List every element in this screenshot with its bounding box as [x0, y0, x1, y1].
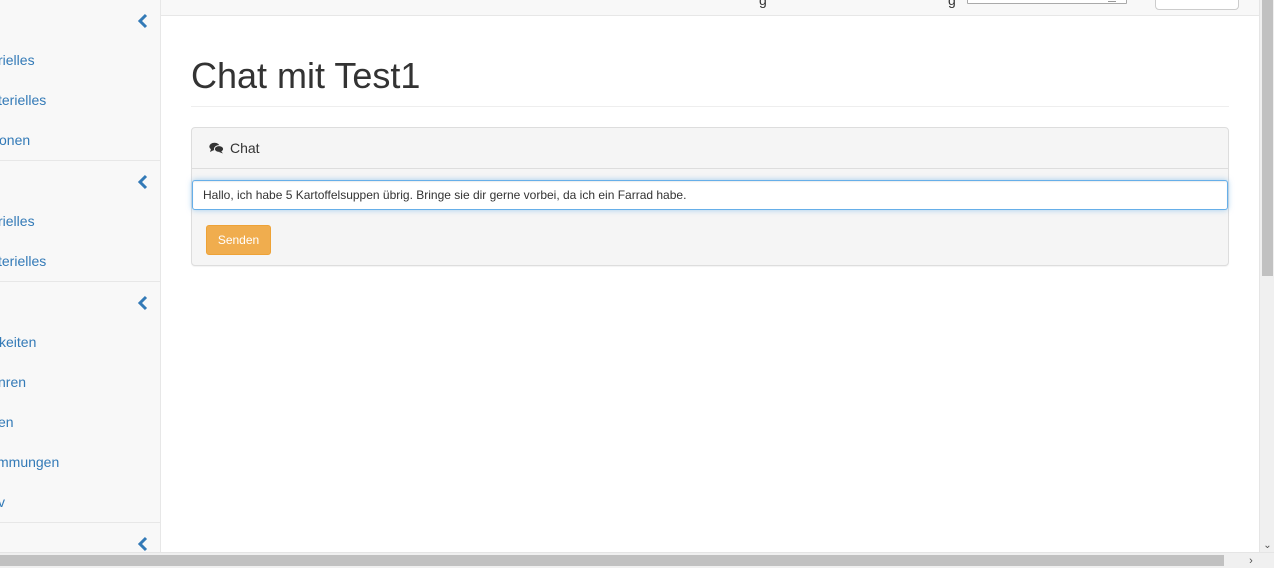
sidebar-section-3: keiten nren en mmungen v [0, 282, 160, 523]
main-content: Chat mit Test1 Chat Senden [191, 16, 1229, 266]
navbar-text-fragment: g [759, 0, 767, 8]
sidebar-item[interactable]: onen [0, 120, 160, 160]
sidebar-section-header [0, 0, 160, 40]
navbar-button[interactable] [1155, 0, 1239, 10]
top-navbar: g g [161, 0, 1259, 16]
vertical-scrollbar[interactable]: ⌄ [1259, 0, 1274, 552]
chevron-left-icon[interactable] [136, 174, 150, 190]
sidebar-section-header [0, 282, 160, 322]
sidebar-item[interactable]: terielles [0, 80, 160, 120]
chevron-left-icon[interactable] [136, 295, 150, 311]
sidebar-item[interactable]: nren [0, 362, 160, 402]
vertical-scrollbar-thumb[interactable] [1262, 0, 1273, 276]
panel-body: Senden [192, 169, 1228, 265]
sidebar-item[interactable]: en [0, 402, 160, 442]
sidebar-section-header [0, 161, 160, 201]
horizontal-scrollbar-thumb[interactable] [0, 555, 1224, 566]
chevron-down-icon[interactable]: ⌄ [1263, 541, 1272, 551]
panel-heading-label: Chat [230, 140, 260, 156]
sidebar-item[interactable]: rielles [0, 40, 160, 80]
horizontal-scrollbar[interactable]: › [0, 552, 1274, 568]
panel-heading: Chat [192, 128, 1228, 169]
chat-panel: Chat Senden [191, 127, 1229, 266]
sidebar-item-label: terielles [0, 92, 47, 108]
chevron-left-icon[interactable] [136, 536, 150, 552]
sidebar-item-label: keiten [0, 334, 37, 350]
sidebar-item[interactable]: v [0, 482, 160, 522]
navbar-search-input[interactable] [967, 0, 1127, 4]
sidebar-item[interactable]: keiten [0, 322, 160, 362]
sidebar-item-label: rielles [0, 213, 35, 229]
sidebar-item[interactable]: rielles [0, 201, 160, 241]
page-title: Chat mit Test1 [191, 56, 1229, 107]
sidebar-item-label: terielles [0, 253, 47, 269]
sidebar: rielles terielles onen rielles terielles… [0, 0, 161, 552]
sidebar-section-1: rielles terielles onen [0, 0, 160, 161]
navbar-text-fragment: g [948, 0, 956, 8]
sidebar-item[interactable]: terielles [0, 241, 160, 281]
sidebar-item[interactable]: mmungen [0, 442, 160, 482]
sidebar-item-label: nren [0, 374, 27, 390]
send-button[interactable]: Senden [206, 225, 271, 255]
chat-message-input[interactable] [192, 180, 1228, 210]
sidebar-item-label: rielles [0, 52, 35, 68]
sidebar-section-4 [0, 523, 160, 552]
chevron-right-icon[interactable]: › [1245, 555, 1257, 567]
sidebar-section-header [0, 523, 160, 552]
sidebar-section-2: rielles terielles [0, 161, 160, 282]
sidebar-item-label: mmungen [0, 454, 60, 470]
comments-icon [209, 142, 224, 154]
sidebar-item-label: v [0, 482, 5, 522]
sidebar-item-label: onen [0, 132, 31, 148]
sidebar-item-label: en [0, 414, 14, 430]
chevron-left-icon[interactable] [136, 13, 150, 29]
